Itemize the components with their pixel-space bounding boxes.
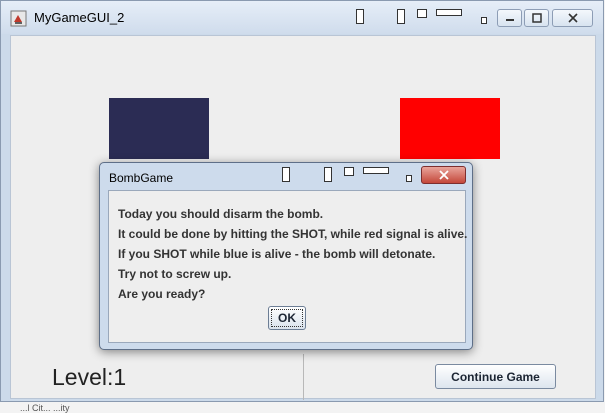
message-line: If you SHOT while blue is alive - the bo… bbox=[118, 247, 436, 261]
titlebar-glyph bbox=[417, 9, 427, 18]
divider bbox=[303, 354, 304, 400]
titlebar-glyph bbox=[406, 175, 412, 182]
message-line: Today you should disarm the bomb. bbox=[118, 207, 324, 221]
minimize-icon bbox=[505, 19, 514, 21]
message-line: Are you ready? bbox=[118, 287, 206, 301]
titlebar-glyph bbox=[363, 167, 389, 174]
close-icon bbox=[438, 170, 449, 180]
titlebar-glyph bbox=[481, 17, 487, 24]
maximize-button[interactable] bbox=[524, 9, 549, 27]
maximize-icon bbox=[531, 13, 542, 23]
message-line: It could be done by hitting the SHOT, wh… bbox=[118, 227, 468, 241]
continue-game-button[interactable]: Continue Game bbox=[435, 364, 556, 389]
main-titlebar: MyGameGUI_2 bbox=[1, 1, 603, 34]
blue-signal bbox=[109, 98, 209, 159]
dialog-body: Today you should disarm the bomb. It cou… bbox=[108, 190, 467, 343]
minimize-button[interactable] bbox=[497, 9, 522, 27]
titlebar-glyph bbox=[436, 9, 462, 16]
bombgame-dialog: BombGame Today you should disarm the bom… bbox=[99, 162, 473, 350]
background-text: ...l Cit... ...ity bbox=[20, 403, 70, 413]
message-line: Try not to screw up. bbox=[118, 267, 232, 281]
titlebar-glyph bbox=[324, 167, 332, 182]
close-icon bbox=[567, 13, 578, 23]
level-label: Level:1 bbox=[52, 364, 127, 390]
titlebar-glyph bbox=[344, 167, 354, 176]
titlebar-glyph bbox=[397, 9, 405, 24]
titlebar-glyph bbox=[282, 167, 290, 182]
java-cup-icon bbox=[10, 10, 27, 27]
dialog-message: Today you should disarm the bomb. It cou… bbox=[118, 204, 467, 304]
ok-button[interactable]: OK bbox=[268, 306, 306, 330]
window-title: MyGameGUI_2 bbox=[34, 10, 125, 25]
red-signal bbox=[400, 98, 500, 159]
dialog-title: BombGame bbox=[109, 171, 174, 185]
dialog-close-button[interactable] bbox=[421, 166, 466, 184]
titlebar-glyph bbox=[356, 9, 364, 24]
close-button[interactable] bbox=[552, 9, 593, 27]
